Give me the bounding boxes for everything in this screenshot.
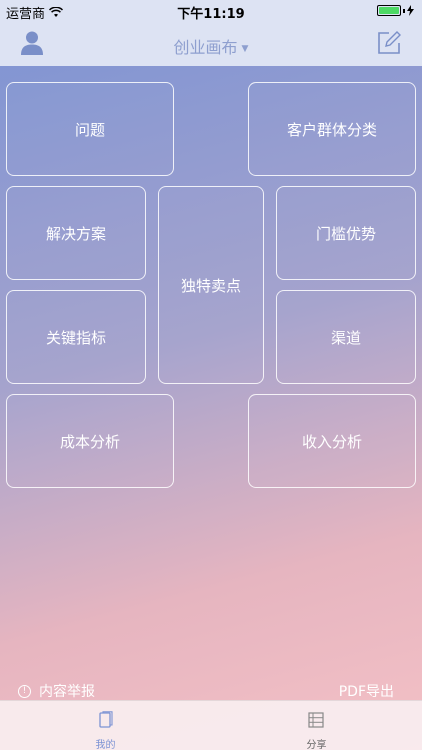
edit-icon[interactable] (376, 30, 402, 56)
battery-level (379, 7, 399, 14)
tab-mine-label: 我的 (95, 740, 116, 750)
battery-indicator (377, 5, 414, 16)
tab-mine[interactable]: 我的 (0, 701, 211, 750)
report-content-button[interactable]: ! 内容举报 (18, 681, 95, 701)
card-cost-structure-label: 成本分析 (59, 432, 120, 451)
card-channels[interactable]: 渠道 (276, 290, 416, 384)
pdf-export-label: PDF导出 (338, 684, 394, 700)
card-channels-label: 渠道 (330, 328, 361, 347)
card-key-metrics[interactable]: 关键指标 (6, 290, 146, 384)
nav-title-label: 创业画布 (173, 38, 238, 57)
card-problem-label: 问题 (74, 120, 105, 139)
card-solution[interactable]: 解决方案 (6, 186, 146, 280)
battery-tip (403, 8, 405, 13)
card-unique-value[interactable]: 独特卖点 (158, 186, 264, 384)
status-bar: 运营商 下午11:19 (0, 0, 422, 22)
caret-down-icon: ▼ (241, 43, 249, 54)
card-unique-value-label: 独特卖点 (180, 276, 241, 295)
tab-share-label: 分享 (306, 740, 327, 750)
card-problem[interactable]: 问题 (6, 82, 174, 176)
card-revenue-streams[interactable]: 收入分析 (248, 394, 416, 488)
tab-bar: 我的 分享 (0, 700, 422, 750)
card-customer-segments-label: 客户群体分类 (286, 120, 377, 139)
report-label: 内容举报 (39, 684, 95, 700)
card-revenue-streams-label: 收入分析 (301, 432, 362, 451)
charging-bolt-icon (407, 5, 414, 16)
card-unfair-advantage-label: 门槛优势 (315, 224, 376, 243)
list-icon (308, 712, 324, 728)
pdf-export-button[interactable]: PDF导出 (339, 681, 394, 701)
warning-icon: ! (18, 684, 31, 698)
document-icon (99, 711, 113, 728)
battery-icon (377, 5, 401, 16)
tab-share[interactable]: 分享 (211, 701, 422, 750)
navigation-bar: 创业画布 ▼ (0, 22, 422, 66)
canvas-title-dropdown[interactable]: 创业画布 ▼ (0, 34, 422, 58)
card-unfair-advantage[interactable]: 门槛优势 (276, 186, 416, 280)
card-key-metrics-label: 关键指标 (45, 328, 106, 347)
card-solution-label: 解决方案 (45, 224, 106, 243)
status-time: 下午11:19 (177, 7, 245, 22)
card-cost-structure[interactable]: 成本分析 (6, 394, 174, 488)
card-customer-segments[interactable]: 客户群体分类 (248, 82, 416, 176)
